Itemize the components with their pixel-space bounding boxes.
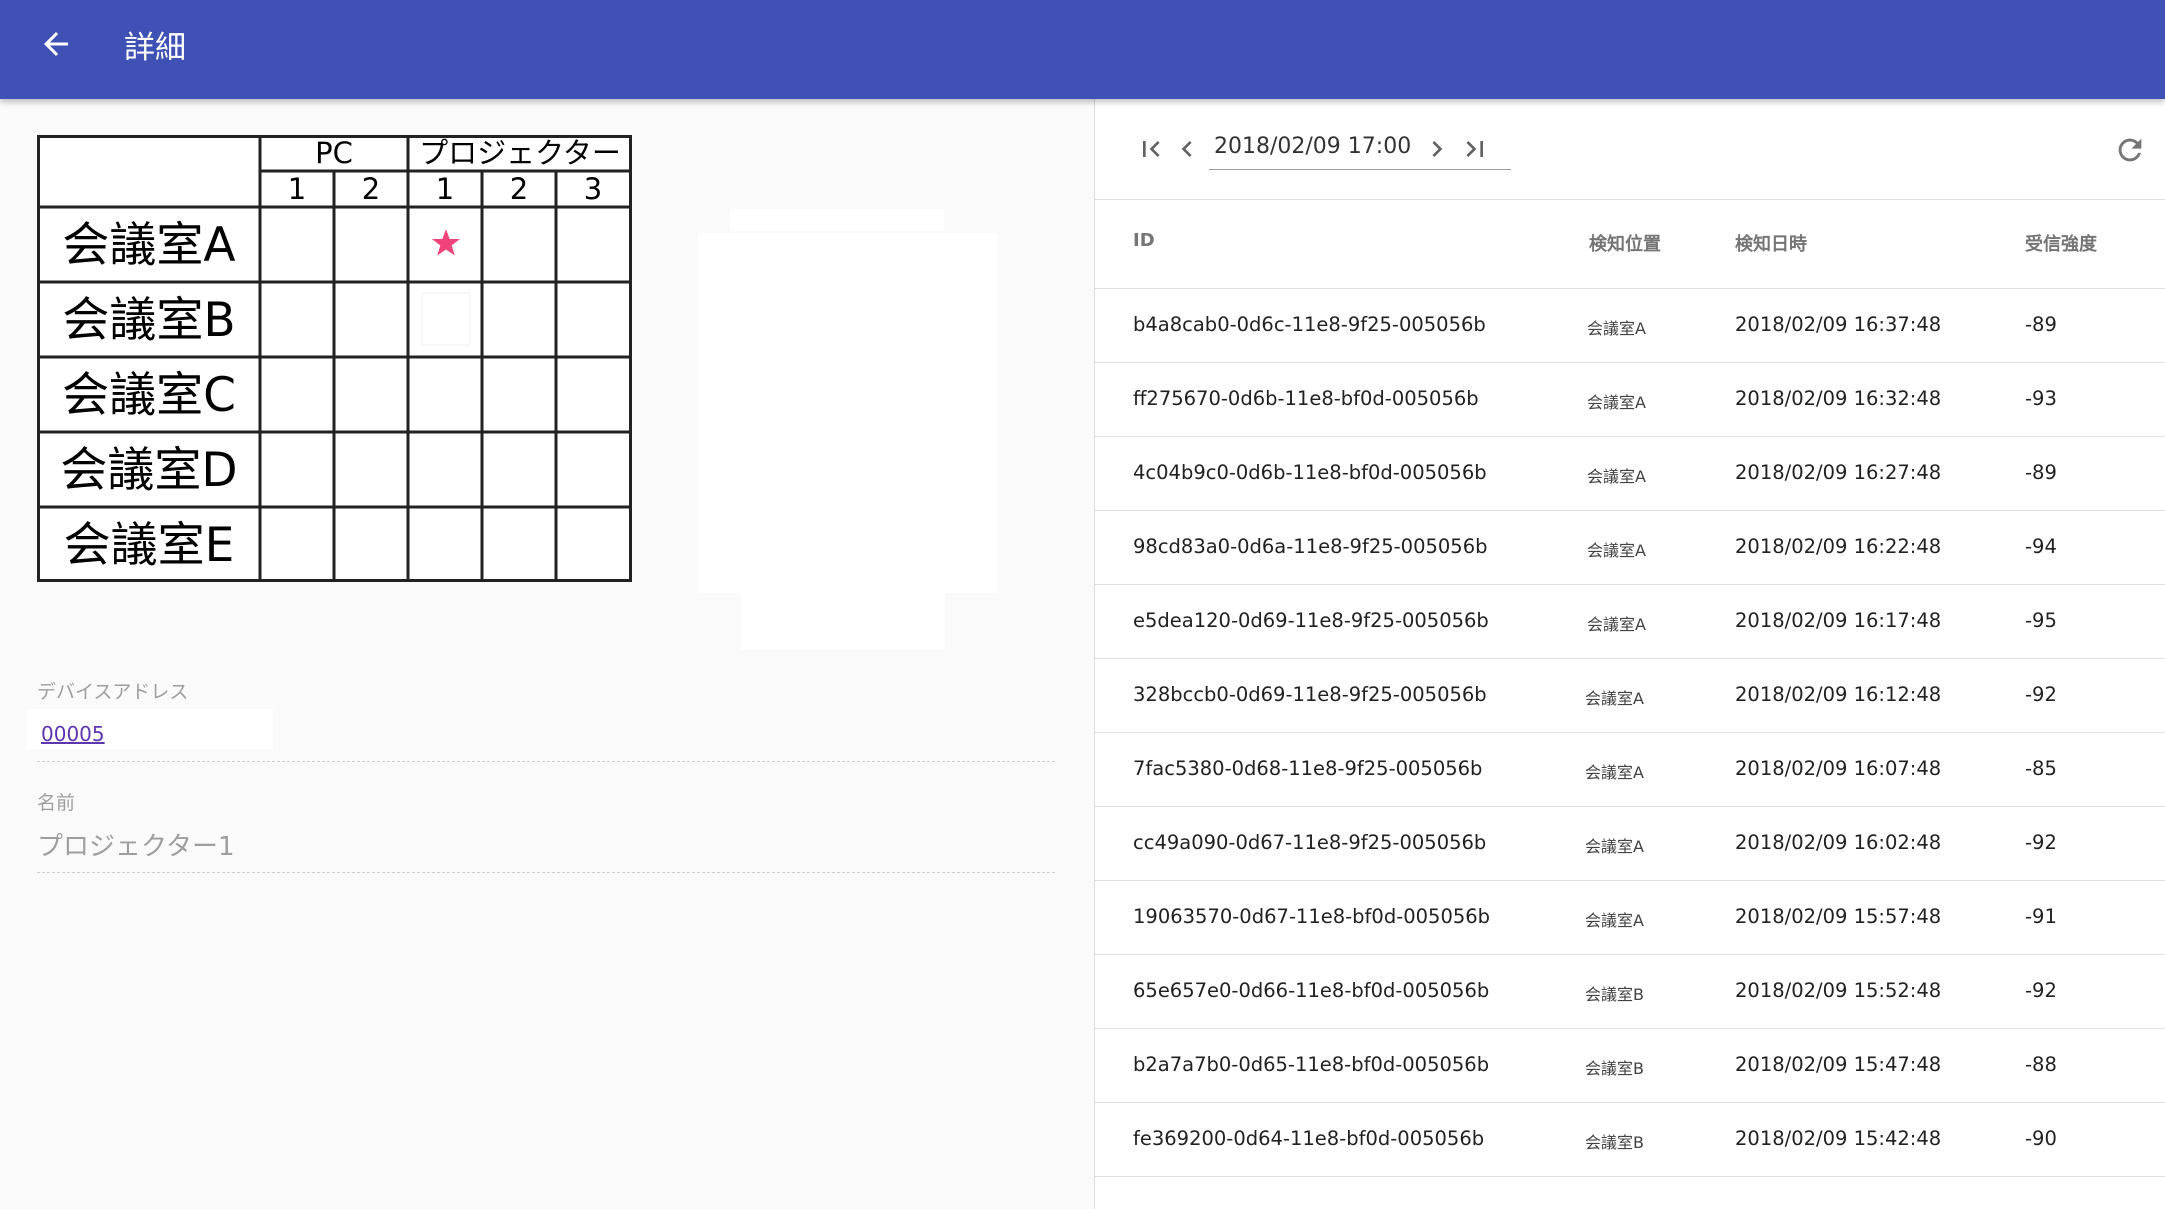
cell-datetime: 2018/02/09 15:42:48 bbox=[1735, 1127, 1942, 1150]
cell-datetime: 2018/02/09 16:17:48 bbox=[1735, 609, 1942, 632]
cell-id: cc49a090-0d67-11e8-9f25-005056b bbox=[1133, 831, 1487, 854]
divider bbox=[37, 761, 1055, 762]
cell-id: 4c04b9c0-0d6b-11e8-bf0d-005056b bbox=[1133, 461, 1487, 484]
cell-id: 7fac5380-0d68-11e8-9f25-005056b bbox=[1133, 757, 1483, 780]
cell-id: 328bccb0-0d69-11e8-9f25-005056b bbox=[1133, 683, 1487, 706]
detail-panel: PC プロジェクター 1 2 1 2 3 会議室A 会議室B 会議室C 会議室D… bbox=[0, 99, 1094, 1209]
table-row[interactable]: e5dea120-0d69-11e8-9f25-005056b 会議室A 201… bbox=[1095, 584, 2165, 659]
cell-id: 98cd83a0-0d6a-11e8-9f25-005056b bbox=[1133, 535, 1488, 558]
cell-position: 会議室A bbox=[1587, 615, 1646, 634]
cell-datetime: 2018/02/09 16:32:48 bbox=[1735, 387, 1942, 410]
row-label-room-c: 会議室C bbox=[62, 368, 236, 423]
cell-rssi: -94 bbox=[2025, 535, 2057, 558]
cell-datetime: 2018/02/09 16:12:48 bbox=[1735, 683, 1942, 706]
cell-rssi: -90 bbox=[2025, 1127, 2057, 1150]
cell-id: fe369200-0d64-11e8-bf0d-005056b bbox=[1133, 1127, 1485, 1150]
cell-id: b4a8cab0-0d6c-11e8-9f25-005056b bbox=[1133, 313, 1486, 336]
page-title: 詳細 bbox=[124, 30, 186, 66]
cell-datetime: 2018/02/09 16:27:48 bbox=[1735, 461, 1942, 484]
chevron-right-icon[interactable] bbox=[1421, 133, 1453, 165]
device-image-area bbox=[698, 233, 997, 593]
cell-rssi: -93 bbox=[2025, 387, 2057, 410]
arrow-back-icon[interactable] bbox=[38, 26, 74, 62]
table-row[interactable]: b2a7a7b0-0d65-11e8-bf0d-005056b 会議室B 201… bbox=[1095, 1028, 2165, 1103]
cell-rssi: -88 bbox=[2025, 1053, 2057, 1076]
detection-history-panel: 2018/02/09 17:00 ID 検知位置 検知日時 受信強度 b4a8c… bbox=[1094, 99, 2165, 1209]
cell-position: 会議室A bbox=[1585, 911, 1644, 930]
cell-position: 会議室B bbox=[1585, 985, 1644, 1004]
col-number: 2 bbox=[510, 172, 528, 206]
chevron-left-icon[interactable] bbox=[1171, 133, 1203, 165]
divider bbox=[37, 872, 1055, 873]
cell-rssi: -89 bbox=[2025, 461, 2057, 484]
table-row[interactable]: 65e657e0-0d66-11e8-bf0d-005056b 会議室B 201… bbox=[1095, 954, 2165, 1029]
row-label-room-a: 会議室A bbox=[62, 218, 235, 273]
col-header-datetime[interactable]: 検知日時 bbox=[1735, 230, 1807, 256]
device-name-label: 名前 bbox=[37, 792, 76, 814]
row-label-room-b: 会議室B bbox=[62, 293, 235, 348]
device-address-link[interactable]: 00005 bbox=[41, 722, 105, 746]
cell-position: 会議室A bbox=[1585, 763, 1644, 782]
app-bar: 詳細 bbox=[0, 0, 2165, 99]
cell-datetime: 2018/02/09 15:52:48 bbox=[1735, 979, 1942, 1002]
device-image-area bbox=[741, 593, 945, 650]
cell-rssi: -92 bbox=[2025, 979, 2057, 1002]
cell-rssi: -91 bbox=[2025, 905, 2057, 928]
cell-position: 会議室B bbox=[1585, 1059, 1644, 1078]
first-page-icon[interactable] bbox=[1135, 133, 1167, 165]
row-label-room-e: 会議室E bbox=[64, 518, 235, 573]
cell-datetime: 2018/02/09 16:02:48 bbox=[1735, 831, 1942, 854]
cell-id: ff275670-0d6b-11e8-bf0d-005056b bbox=[1133, 387, 1479, 410]
device-address-label: デバイスアドレス bbox=[37, 681, 189, 703]
cell-position: 会議室A bbox=[1587, 319, 1646, 338]
cell-rssi: -89 bbox=[2025, 313, 2057, 336]
date-value: 2018/02/09 17:00 bbox=[1214, 134, 1412, 159]
cell-rssi: -92 bbox=[2025, 683, 2057, 706]
cell-datetime: 2018/02/09 15:47:48 bbox=[1735, 1053, 1942, 1076]
cell-position: 会議室A bbox=[1587, 467, 1646, 486]
cell-id: b2a7a7b0-0d65-11e8-bf0d-005056b bbox=[1133, 1053, 1490, 1076]
device-image-area bbox=[730, 209, 944, 231]
cell-rssi: -85 bbox=[2025, 757, 2057, 780]
room-map-grid: PC プロジェクター 1 2 1 2 3 会議室A 会議室B 会議室C 会議室D… bbox=[37, 135, 632, 582]
cell-position: 会議室B bbox=[1585, 1133, 1644, 1152]
cell-id: e5dea120-0d69-11e8-9f25-005056b bbox=[1133, 609, 1489, 632]
col-group-pc: PC bbox=[315, 136, 353, 170]
table-row[interactable]: fe369200-0d64-11e8-bf0d-005056b 会議室B 201… bbox=[1095, 1102, 2165, 1177]
cell-datetime: 2018/02/09 16:22:48 bbox=[1735, 535, 1942, 558]
table-row[interactable]: b4a8cab0-0d6c-11e8-9f25-005056b 会議室A 201… bbox=[1095, 288, 2165, 363]
table-row[interactable]: 328bccb0-0d69-11e8-9f25-005056b 会議室A 201… bbox=[1095, 658, 2165, 733]
cell-position: 会議室A bbox=[1585, 837, 1644, 856]
cell-datetime: 2018/02/09 15:57:48 bbox=[1735, 905, 1942, 928]
device-name-value: プロジェクター1 bbox=[37, 832, 235, 862]
col-number: 1 bbox=[436, 172, 454, 206]
col-number: 3 bbox=[584, 172, 602, 206]
cell-id: 65e657e0-0d66-11e8-bf0d-005056b bbox=[1133, 979, 1490, 1002]
cell-rssi: -95 bbox=[2025, 609, 2057, 632]
table-row[interactable]: cc49a090-0d67-11e8-9f25-005056b 会議室A 201… bbox=[1095, 806, 2165, 881]
col-number: 2 bbox=[362, 172, 380, 206]
cell-rssi: -92 bbox=[2025, 831, 2057, 854]
table-row[interactable]: 4c04b9c0-0d6b-11e8-bf0d-005056b 会議室A 201… bbox=[1095, 436, 2165, 511]
table-header: ID 検知位置 検知日時 受信強度 bbox=[1095, 199, 2165, 289]
cell-position: 会議室A bbox=[1587, 541, 1646, 560]
col-header-id[interactable]: ID bbox=[1133, 230, 1155, 251]
cell-datetime: 2018/02/09 16:37:48 bbox=[1735, 313, 1942, 336]
col-header-position[interactable]: 検知位置 bbox=[1589, 230, 1661, 256]
col-number: 1 bbox=[288, 172, 306, 206]
col-group-projector: プロジェクター bbox=[419, 136, 621, 170]
row-label-room-d: 会議室D bbox=[60, 443, 237, 498]
cell-position: 会議室A bbox=[1585, 689, 1644, 708]
table-row[interactable]: 7fac5380-0d68-11e8-9f25-005056b 会議室A 201… bbox=[1095, 732, 2165, 807]
cell-datetime: 2018/02/09 16:07:48 bbox=[1735, 757, 1942, 780]
table-row[interactable]: 98cd83a0-0d6a-11e8-9f25-005056b 会議室A 201… bbox=[1095, 510, 2165, 585]
cell-id: 19063570-0d67-11e8-bf0d-005056b bbox=[1133, 905, 1491, 928]
col-header-rssi[interactable]: 受信強度 bbox=[2025, 230, 2097, 256]
refresh-icon[interactable] bbox=[2113, 133, 2147, 167]
room-map: PC プロジェクター 1 2 1 2 3 会議室A 会議室B 会議室C 会議室D… bbox=[37, 135, 632, 582]
table-row[interactable]: 19063570-0d67-11e8-bf0d-005056b 会議室A 201… bbox=[1095, 880, 2165, 955]
table-row[interactable]: ff275670-0d6b-11e8-bf0d-005056b 会議室A 201… bbox=[1095, 362, 2165, 437]
cell-position: 会議室A bbox=[1587, 393, 1646, 412]
last-page-icon[interactable] bbox=[1459, 133, 1491, 165]
